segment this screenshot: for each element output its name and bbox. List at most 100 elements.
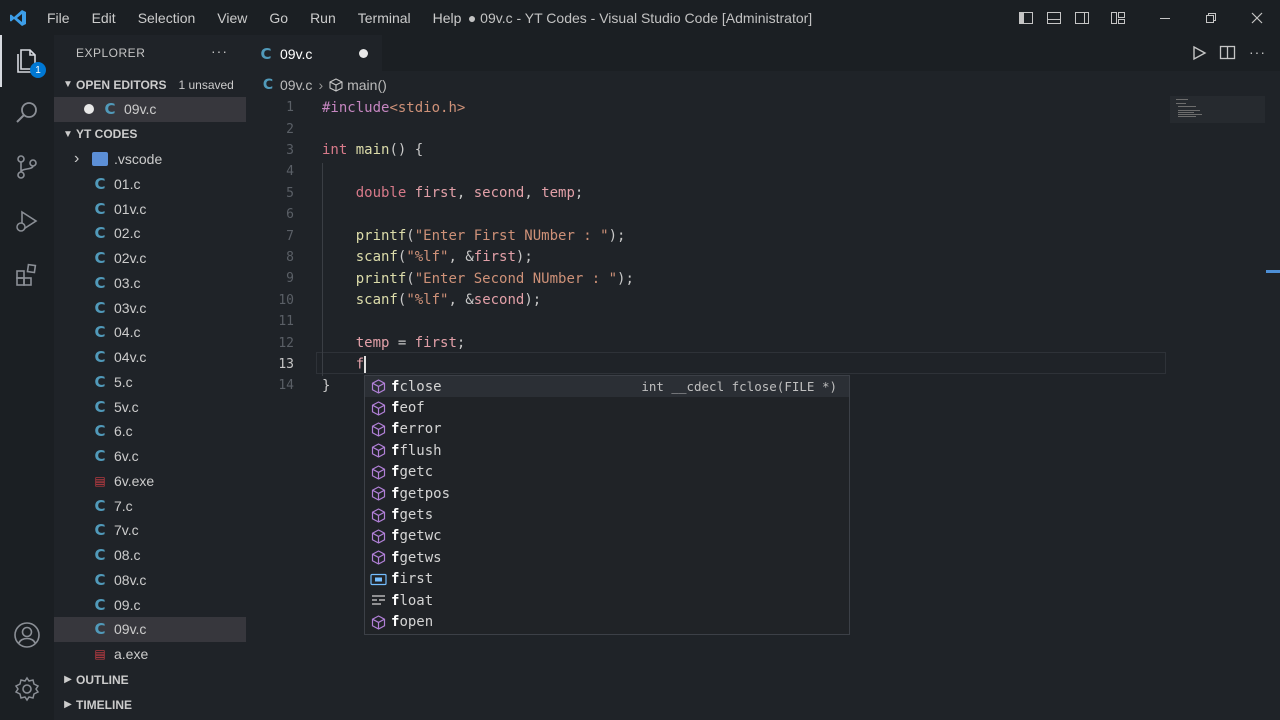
suggestion-item[interactable]: f error [365, 419, 849, 440]
c-file-icon: C [94, 447, 106, 466]
close-icon[interactable] [1234, 0, 1280, 35]
code-line: 5 double first, second, temp; [246, 183, 1266, 204]
file-item[interactable]: C 01.c [54, 172, 246, 197]
file-item[interactable]: C 04v.c [54, 345, 246, 370]
suggestion-item[interactable]: f close int __cdecl fclose(FILE *) [365, 376, 849, 398]
files-icon[interactable]: 1 [0, 35, 54, 87]
c-file-icon: C [262, 77, 274, 93]
suggestion-label: irst [399, 571, 434, 588]
menu-run[interactable]: Run [299, 10, 347, 26]
extensions-icon[interactable] [0, 249, 54, 301]
line-number: 14 [278, 378, 294, 394]
breadcrumb-file[interactable]: 09v.c [280, 77, 312, 93]
file-name: 02v.c [114, 250, 147, 267]
method-icon [365, 614, 391, 630]
file-item[interactable]: C 09.c [54, 592, 246, 617]
file-item[interactable]: C 6.c [54, 419, 246, 444]
minimap[interactable] [1170, 96, 1265, 123]
workspace-section[interactable]: ▼ YT CODES [54, 122, 246, 147]
toggle-secondary-sidebar-icon[interactable] [1068, 0, 1096, 35]
symbol-method-icon [329, 78, 343, 92]
scrollbar-position[interactable] [1266, 270, 1280, 273]
code-text: temp = first; [322, 335, 466, 352]
code-token: temp [355, 335, 390, 352]
customize-layout-icon[interactable] [1104, 0, 1132, 35]
unsaved-dot-icon [84, 104, 94, 115]
file-item[interactable]: ▤ a.exe [54, 642, 246, 667]
file-item[interactable]: C 02.c [54, 221, 246, 246]
code-text: int main() { [322, 142, 423, 158]
menu-terminal[interactable]: Terminal [347, 10, 422, 26]
code-token: , & [448, 292, 474, 309]
suggestion-item[interactable]: f getpos [365, 483, 849, 504]
file-item[interactable]: C 03.c [54, 271, 246, 296]
file-item[interactable]: C 04.c [54, 320, 246, 345]
file-item[interactable]: C 7v.c [54, 518, 246, 543]
line-number: 1 [286, 100, 294, 116]
toggle-panel-icon[interactable] [1040, 0, 1068, 35]
restore-icon[interactable] [1188, 0, 1234, 35]
code-token: ; [574, 185, 584, 202]
file-item[interactable]: C 5.c [54, 370, 246, 395]
outline-section[interactable]: ▶ OUTLINE [54, 667, 246, 692]
code-text: f [322, 355, 367, 373]
breadcrumb-symbol[interactable]: main() [347, 77, 387, 93]
settings-gear-icon[interactable] [0, 663, 54, 715]
file-item[interactable]: C 09v.c [54, 617, 246, 642]
search-icon[interactable] [0, 87, 54, 139]
toggle-primary-sidebar-icon[interactable] [1012, 0, 1040, 35]
method-icon [365, 400, 391, 416]
suggestion-item[interactable]: f getws [365, 547, 849, 568]
suggestion-item[interactable]: f irst [365, 569, 849, 590]
run-file-icon[interactable] [1191, 44, 1207, 67]
file-item[interactable]: C 08.c [54, 543, 246, 568]
suggestion-item[interactable]: f getwc [365, 526, 849, 547]
file-item[interactable]: C 03v.c [54, 295, 246, 320]
suggestion-match: f [391, 507, 400, 524]
menu-view[interactable]: View [206, 10, 258, 26]
open-editor-name: 09v.c [124, 101, 157, 118]
file-item[interactable]: C 6v.c [54, 444, 246, 469]
menu-file[interactable]: File [36, 10, 81, 26]
code-token: () { [389, 142, 424, 159]
file-item[interactable]: › .vscode [54, 147, 246, 172]
suggestion-item[interactable]: f eof [365, 397, 849, 418]
more-actions-icon[interactable]: ··· [1249, 44, 1266, 67]
suggestion-item[interactable]: f getc [365, 462, 849, 483]
timeline-section[interactable]: ▶ TIMELINE [54, 692, 246, 717]
split-editor-icon[interactable] [1219, 44, 1237, 67]
suggestion-match: f [391, 592, 400, 609]
more-actions-icon[interactable]: ··· [211, 43, 228, 59]
file-item[interactable]: C 5v.c [54, 394, 246, 419]
menu-selection[interactable]: Selection [127, 10, 207, 26]
code-line: 7 printf("Enter First NUmber : "); [246, 225, 1266, 246]
code-token: temp [541, 185, 575, 202]
suggestion-match: f [391, 571, 400, 588]
menu-go[interactable]: Go [258, 10, 299, 26]
file-item[interactable]: C 08v.c [54, 568, 246, 593]
c-file-icon: C [94, 496, 106, 515]
file-item[interactable]: C 01v.c [54, 196, 246, 221]
minimize-icon[interactable] [1142, 0, 1188, 35]
source-control-icon[interactable] [0, 141, 54, 193]
file-name: 6v.exe [114, 472, 155, 489]
open-editors-section[interactable]: ▼ OPEN EDITORS 1 unsaved [54, 72, 246, 97]
file-item[interactable]: ▤ 6v.exe [54, 469, 246, 494]
run-debug-icon[interactable] [0, 195, 54, 247]
file-item[interactable]: C 7.c [54, 493, 246, 518]
account-icon[interactable] [0, 609, 54, 661]
menu-help[interactable]: Help [422, 10, 473, 26]
tab-09v-c[interactable]: C 09v.c [246, 35, 382, 71]
c-file-icon: C [94, 372, 106, 391]
suggestion-item[interactable]: f loat [365, 590, 849, 611]
menu-edit[interactable]: Edit [81, 10, 127, 26]
suggestion-item[interactable]: f flush [365, 440, 849, 461]
file-item[interactable]: C 02v.c [54, 246, 246, 271]
suggestion-item[interactable]: f open [365, 611, 849, 632]
suggestion-item[interactable]: f gets [365, 504, 849, 525]
open-editor-item[interactable]: C 09v.c [54, 97, 246, 122]
unsaved-dot-icon[interactable] [359, 49, 368, 58]
